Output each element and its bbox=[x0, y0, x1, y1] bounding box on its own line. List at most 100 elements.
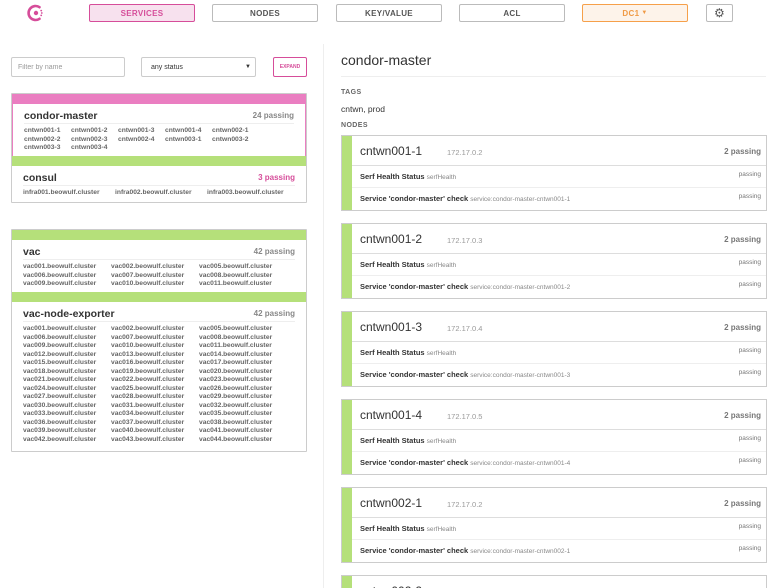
node-tag: vac029.beowulf.cluster bbox=[199, 393, 273, 400]
node-tag: vac033.beowulf.cluster bbox=[23, 410, 97, 417]
check-id: service:condor-master-cntwn002-1 bbox=[470, 548, 571, 555]
node-tag: vac018.beowulf.cluster bbox=[23, 367, 97, 375]
check-id: serfHealth bbox=[426, 350, 457, 357]
node-tag: vac010.beowulf.cluster bbox=[111, 280, 185, 287]
check-name: Service 'condor-master' check service:con… bbox=[360, 546, 570, 555]
check-name: Service 'condor-master' check service:con… bbox=[360, 370, 570, 379]
nav-key-value-button[interactable]: KEY/VALUE bbox=[336, 4, 442, 22]
check-title: Service 'condor-master' check bbox=[360, 546, 469, 555]
node-ip: 172.17.0.3 bbox=[447, 236, 483, 245]
node-ip: 172.17.0.2 bbox=[447, 500, 483, 509]
status-bar bbox=[342, 576, 352, 588]
service-passing-count: 24 passing bbox=[252, 111, 294, 120]
check-title: Serf Health Status bbox=[360, 524, 425, 533]
node-tag: vac021.beowulf.cluster bbox=[23, 376, 97, 383]
node-card-header: cntwn002-1 172.17.0.2 2 passing bbox=[352, 488, 766, 518]
service-detail-title: condor-master bbox=[341, 52, 432, 68]
node-tag: vac026.beowulf.cluster bbox=[199, 384, 273, 392]
node-name: cntwn001-1 bbox=[360, 144, 423, 158]
nodes-label: NODES bbox=[341, 122, 368, 129]
datacenter-dropdown[interactable]: DC1 ▼ bbox=[582, 4, 688, 22]
node-tag: cntwn003-2 bbox=[212, 135, 249, 143]
health-check-row[interactable]: Service 'condor-master' check service:con… bbox=[352, 452, 766, 474]
node-card[interactable]: cntwn001-3 172.17.0.4 2 passing Serf Hea… bbox=[341, 311, 767, 387]
node-tag: cntwn003-4 bbox=[71, 144, 108, 151]
node-tag: vac014.beowulf.cluster bbox=[199, 350, 273, 358]
status-filter-select[interactable]: any status ▼ bbox=[141, 57, 256, 77]
nav-nodes-button[interactable]: NODES bbox=[212, 4, 318, 22]
service-vac-node-exporter[interactable]: vac-node-exporter 42 passing vac001.beow… bbox=[12, 292, 306, 451]
node-name: cntwn001-3 bbox=[360, 320, 423, 334]
check-name: Serf Health Status serfHealth bbox=[360, 172, 456, 181]
settings-button[interactable]: ⚙ bbox=[706, 4, 733, 22]
status-bar bbox=[12, 230, 306, 240]
node-ip: 172.17.0.5 bbox=[447, 412, 483, 421]
node-tag: vac005.beowulf.cluster bbox=[199, 325, 273, 332]
node-tag: vac023.beowulf.cluster bbox=[199, 376, 273, 383]
check-title: Serf Health Status bbox=[360, 260, 425, 269]
node-tag: cntwn002-3 bbox=[71, 135, 108, 143]
service-name: vac bbox=[23, 246, 41, 258]
health-check-row[interactable]: Service 'condor-master' check service:con… bbox=[352, 188, 766, 210]
status-bar bbox=[12, 156, 306, 166]
node-tag: cntwn003-1 bbox=[165, 135, 202, 143]
check-title: Service 'condor-master' check bbox=[360, 282, 469, 291]
status-bar bbox=[12, 292, 306, 302]
node-tag: vac037.beowulf.cluster bbox=[111, 418, 185, 426]
status-bar bbox=[342, 488, 352, 562]
node-tag: vac016.beowulf.cluster bbox=[111, 359, 185, 366]
node-tag: vac036.beowulf.cluster bbox=[23, 418, 97, 426]
service-name: vac-node-exporter bbox=[23, 308, 115, 320]
node-name: cntwn001-4 bbox=[360, 408, 423, 422]
expand-button[interactable]: EXPAND bbox=[273, 57, 307, 77]
node-tag: vac035.beowulf.cluster bbox=[199, 410, 273, 417]
node-tag: vac001.beowulf.cluster bbox=[23, 325, 97, 332]
check-id: service:condor-master-cntwn001-1 bbox=[470, 196, 571, 203]
node-tag: vac040.beowulf.cluster bbox=[111, 427, 185, 434]
health-check-row[interactable]: Service 'condor-master' check service:con… bbox=[352, 540, 766, 562]
service-condor-master[interactable]: condor-master 24 passing cntwn001-1 cntw… bbox=[12, 94, 306, 156]
node-card[interactable]: cntwn001-2 172.17.0.3 2 passing Serf Hea… bbox=[341, 223, 767, 299]
health-check-row[interactable]: Serf Health Status serfHealth passing bbox=[352, 430, 766, 452]
chevron-down-icon: ▼ bbox=[641, 10, 648, 16]
node-card-header: cntwn001-3 172.17.0.4 2 passing bbox=[352, 312, 766, 342]
node-tag: vac008.beowulf.cluster bbox=[199, 333, 273, 341]
nav-acl-button[interactable]: ACL bbox=[459, 4, 565, 22]
service-group: vac 42 passing vac001.beowulf.cluster vac… bbox=[11, 229, 307, 452]
nav-services-button[interactable]: SERVICES bbox=[89, 4, 195, 22]
node-card[interactable]: cntwn001-4 172.17.0.5 2 passing Serf Hea… bbox=[341, 399, 767, 475]
consul-logo-icon[interactable] bbox=[26, 3, 46, 23]
service-consul[interactable]: consul 3 passing infra001.beowulf.cluste… bbox=[12, 156, 306, 202]
title-divider bbox=[341, 76, 766, 77]
node-tag: vac024.beowulf.cluster bbox=[23, 384, 97, 392]
node-tag: cntwn001-1 bbox=[24, 127, 61, 134]
check-id: service:condor-master-cntwn001-2 bbox=[470, 284, 571, 291]
node-name: cntwn002-1 bbox=[360, 496, 423, 510]
node-card[interactable]: cntwn002-1 172.17.0.2 2 passing Serf Hea… bbox=[341, 487, 767, 563]
check-name: Serf Health Status serfHealth bbox=[360, 436, 456, 445]
service-vac[interactable]: vac 42 passing vac001.beowulf.cluster vac… bbox=[12, 230, 306, 292]
health-check-row[interactable]: Serf Health Status serfHealth passing bbox=[352, 254, 766, 276]
check-id: serfHealth bbox=[426, 174, 457, 181]
node-tag: vac038.beowulf.cluster bbox=[199, 418, 273, 426]
check-status: passing bbox=[738, 193, 761, 200]
status-bar bbox=[13, 94, 305, 104]
node-tag: vac022.beowulf.cluster bbox=[111, 376, 185, 383]
node-passing-count: 2 passing bbox=[724, 235, 761, 244]
check-status: passing bbox=[738, 347, 761, 354]
health-check-row[interactable]: Serf Health Status serfHealth passing bbox=[352, 342, 766, 364]
health-check-row[interactable]: Service 'condor-master' check service:con… bbox=[352, 364, 766, 386]
health-check-row[interactable]: Serf Health Status serfHealth passing bbox=[352, 518, 766, 540]
node-card[interactable]: cntwn002-2 bbox=[341, 575, 767, 588]
node-tag: vac027.beowulf.cluster bbox=[23, 393, 97, 400]
node-card[interactable]: cntwn001-1 172.17.0.2 2 passing Serf Hea… bbox=[341, 135, 767, 211]
tags-value: cntwn, prod bbox=[341, 104, 385, 114]
node-tag: cntwn001-2 bbox=[71, 127, 108, 134]
check-name: Serf Health Status serfHealth bbox=[360, 348, 456, 357]
health-check-row[interactable]: Service 'condor-master' check service:con… bbox=[352, 276, 766, 298]
node-tag: vac009.beowulf.cluster bbox=[23, 342, 97, 349]
check-status: passing bbox=[738, 457, 761, 464]
filter-by-name-input[interactable] bbox=[11, 57, 125, 77]
health-check-row[interactable]: Serf Health Status serfHealth passing bbox=[352, 166, 766, 188]
check-name: Service 'condor-master' check service:con… bbox=[360, 194, 570, 203]
